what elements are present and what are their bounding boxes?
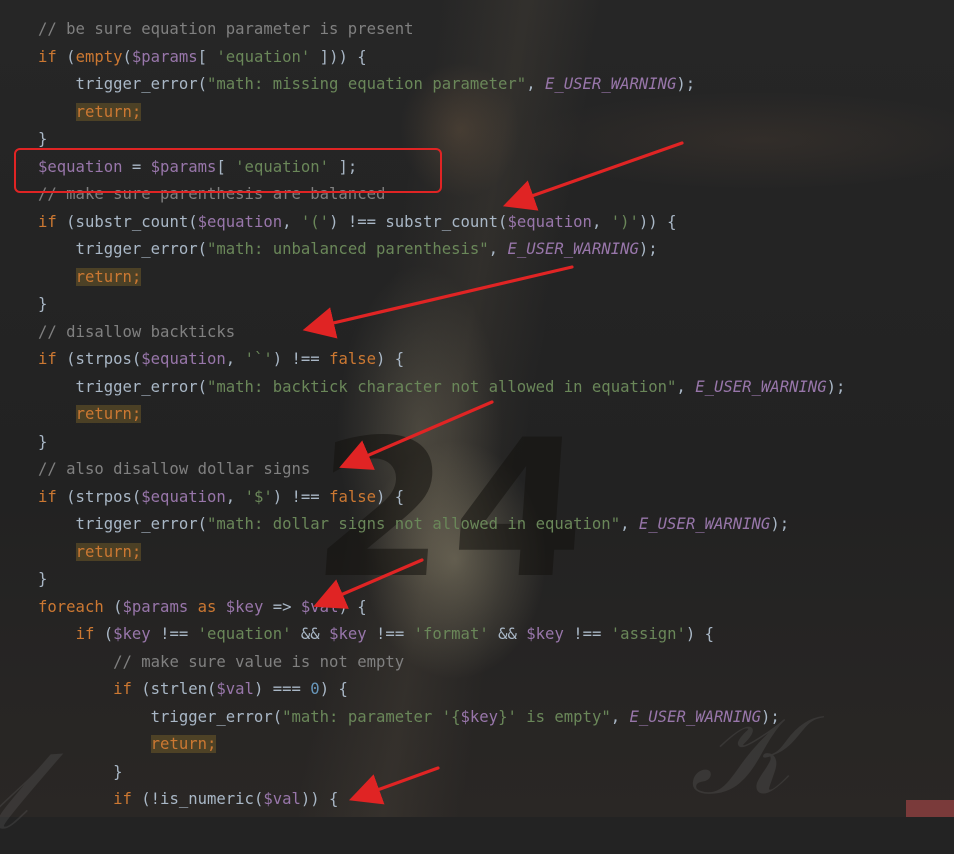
scrollbar-corner [906,800,954,817]
annotation-arrow [339,400,494,470]
annotation-arrows [302,141,684,805]
annotation-arrow [348,766,440,805]
annotation-arrow [302,265,574,339]
annotation-arrow [313,558,424,609]
annotation-arrow [502,141,684,211]
